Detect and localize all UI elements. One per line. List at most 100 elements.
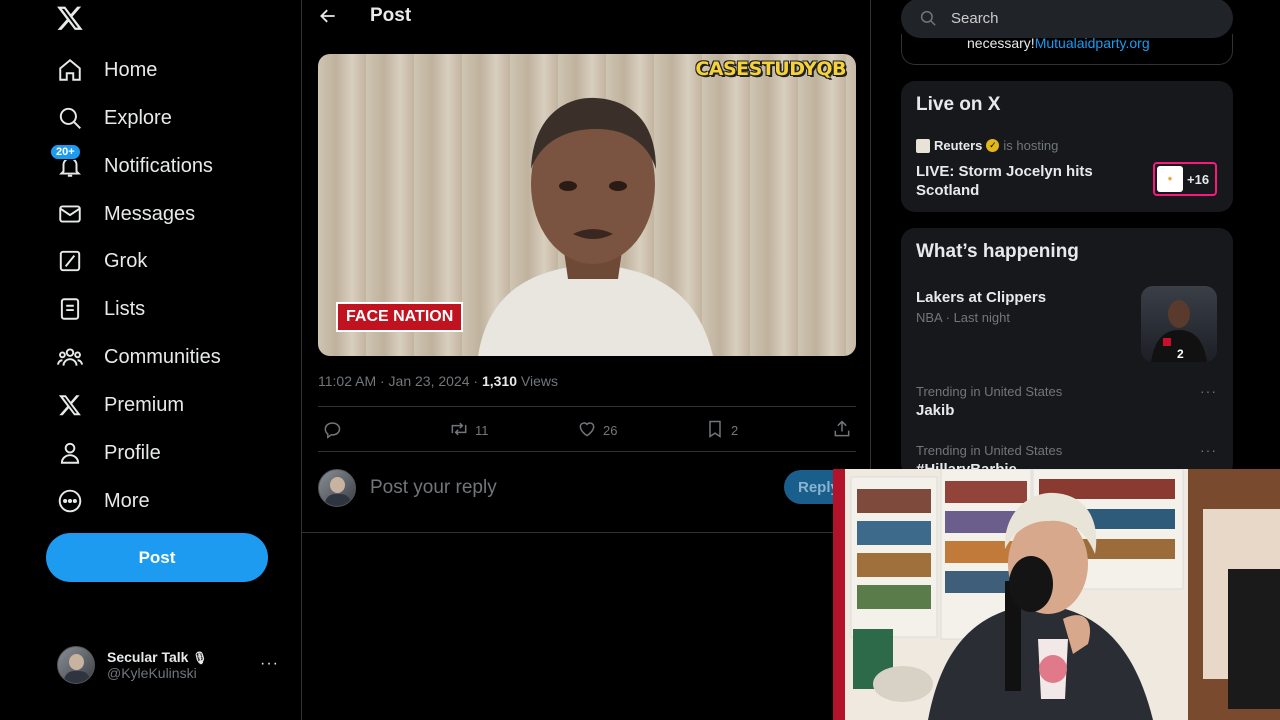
x-logo-icon [56, 391, 84, 419]
x-logo-icon[interactable] [56, 4, 86, 34]
home-icon [56, 56, 84, 84]
nav-label: Communities [104, 345, 221, 368]
whats-happening-card: What’s happening Lakers at Clippers NBA … [901, 228, 1233, 478]
nav-lists[interactable]: Lists [56, 289, 145, 329]
nav-profile[interactable]: Profile [56, 433, 161, 473]
live-stream-title[interactable]: LIVE: Storm Jocelyn hits Scotland [916, 162, 1136, 200]
bell-icon: 20+ [50, 144, 84, 180]
notification-badge: 20+ [50, 144, 81, 160]
trend-context: Trending in United States [916, 443, 1063, 458]
microphone-icon: 🎙 [192, 651, 208, 665]
nav-grok[interactable]: Grok [56, 241, 147, 281]
more-dots-icon[interactable]: ··· [260, 655, 279, 673]
post-timestamp: 11:02 AM · Jan 23, 2024 · [318, 373, 482, 389]
nav-label: Grok [104, 249, 148, 272]
trend-title[interactable]: Lakers at Clippers [916, 289, 1046, 306]
nav-premium[interactable]: Premium [56, 385, 184, 425]
host-suffix: is hosting [1003, 138, 1059, 153]
reuters-logo-icon: ◉ [1157, 166, 1183, 192]
trend-context: Trending in United States [916, 384, 1063, 399]
list-icon [56, 295, 84, 323]
bookmark-action[interactable]: 2 [705, 419, 738, 441]
reply-composer: Post your reply Reply [318, 468, 856, 508]
search-icon [56, 104, 84, 132]
reply-icon [322, 419, 342, 442]
channel-logo: FACE NATION [336, 302, 464, 332]
heart-icon [577, 419, 597, 442]
post-button[interactable]: Post [46, 533, 268, 582]
nav-label: Explore [104, 106, 172, 129]
like-count: 26 [603, 422, 618, 438]
truncated-card: necessary!Mutualaidparty.org [901, 34, 1233, 65]
person-icon [56, 439, 84, 467]
divider [302, 532, 872, 533]
player-thumbnail: 2 [1151, 300, 1207, 362]
reuters-logo-icon [916, 138, 930, 153]
nav-label: Messages [104, 202, 196, 225]
verified-badge-icon: ✓ [986, 139, 1000, 152]
nav-label: Premium [104, 393, 185, 416]
host-name: Reuters [934, 138, 983, 153]
video-watermark: CASESTUDYQB [695, 58, 846, 80]
more-circle-icon [56, 487, 84, 515]
views-label: Views [517, 373, 558, 389]
main-column: Post CASESTUDYQB FACE NATION 11:02 AM · … [301, 0, 872, 720]
avatar [57, 646, 95, 684]
account-name: Secular Talk 🎙 [107, 649, 208, 665]
search-placeholder: Search [951, 9, 999, 27]
page-title: Post [370, 5, 412, 26]
search-icon [919, 9, 937, 27]
nav-explore[interactable]: Explore [56, 98, 172, 138]
account-handle: @KyleKulinski [107, 665, 197, 681]
post-header: Post [302, 0, 872, 36]
post-meta: 11:02 AM · Jan 23, 2024 · 1,310 Views [318, 373, 558, 389]
like-action[interactable]: 26 [577, 419, 617, 441]
account-switcher[interactable]: Secular Talk 🎙 @KyleKulinski ··· [57, 645, 287, 685]
repost-icon [449, 419, 469, 442]
listener-count: +16 [1187, 171, 1210, 187]
trend-title[interactable]: Jakib [916, 402, 954, 419]
trend-context: NBA · Last night [916, 310, 1010, 325]
nav-messages[interactable]: Messages [56, 194, 195, 234]
grok-icon [56, 247, 84, 275]
back-arrow-icon[interactable] [318, 6, 340, 28]
live-listeners[interactable]: ◉ +16 [1153, 162, 1217, 196]
live-host[interactable]: Reuters ✓ is hosting [916, 138, 1058, 153]
nav-more[interactable]: More [56, 481, 150, 521]
card-title: What’s happening [916, 241, 1079, 262]
bookmark-count: 2 [731, 422, 739, 438]
nav-label: Profile [104, 441, 161, 464]
bookmark-icon [705, 419, 725, 442]
people-icon [56, 343, 84, 371]
svg-text:2: 2 [1177, 347, 1184, 361]
left-sidebar: Home Explore 20+ Notifications Messages … [0, 0, 300, 720]
nav-label: Lists [104, 297, 146, 320]
nav-label: Home [104, 58, 158, 81]
trend-thumbnail[interactable]: 2 [1141, 286, 1217, 362]
mail-icon [56, 200, 84, 228]
webcam-feed [833, 469, 1280, 720]
more-dots-icon[interactable]: ··· [1200, 442, 1217, 458]
reply-action[interactable] [322, 419, 342, 441]
avatar [318, 469, 356, 507]
divider [318, 406, 856, 407]
view-count: 1,310 [481, 373, 517, 389]
repost-action[interactable]: 11 [449, 419, 489, 441]
share-action[interactable] [832, 419, 852, 441]
share-icon [832, 419, 852, 442]
webcam-overlay [833, 469, 1280, 720]
video-frame-person [478, 97, 713, 356]
live-on-x-card: Live on X Reuters ✓ is hosting LIVE: Sto… [901, 81, 1233, 212]
card-title: Live on X [916, 94, 1001, 115]
video-player[interactable]: CASESTUDYQB FACE NATION [318, 54, 856, 356]
nav-communities[interactable]: Communities [56, 337, 221, 377]
divider [318, 451, 856, 452]
reply-input[interactable]: Post your reply [370, 477, 497, 499]
nav-notifications[interactable]: 20+ Notifications [50, 144, 213, 186]
nav-label: More [104, 489, 150, 512]
nav-home[interactable]: Home [56, 50, 157, 90]
more-dots-icon[interactable]: ··· [1200, 383, 1217, 399]
repost-count: 11 [475, 422, 489, 438]
search-input[interactable]: Search [901, 0, 1233, 38]
nav-label: Notifications [104, 154, 213, 177]
